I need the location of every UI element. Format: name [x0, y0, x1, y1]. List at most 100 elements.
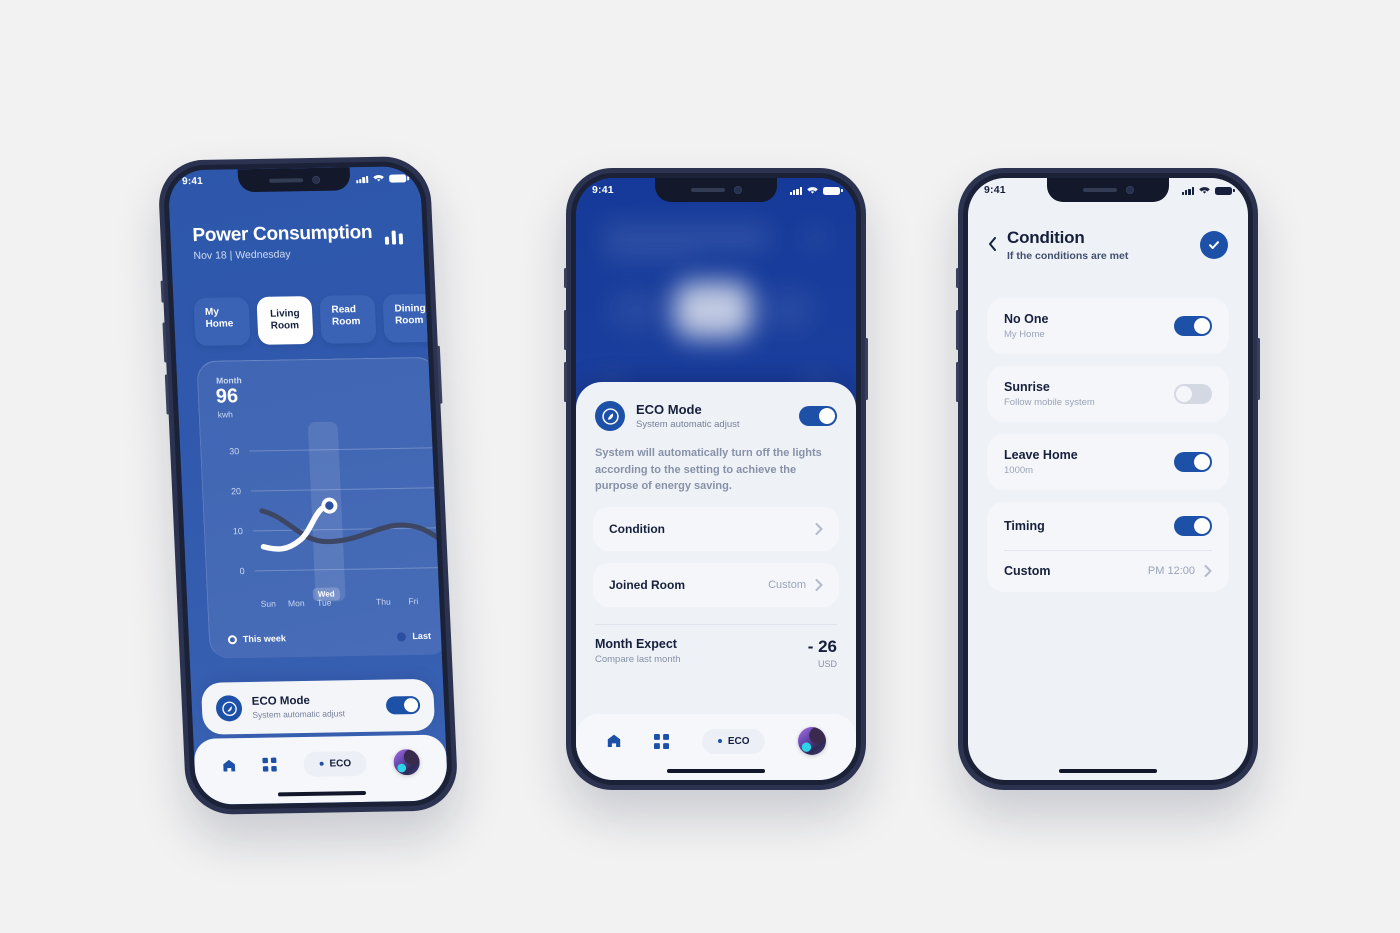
notch [237, 167, 351, 193]
cellular-bars-icon [1181, 187, 1194, 195]
legend-this-week[interactable]: This week [227, 633, 286, 644]
volume-up-button[interactable] [956, 310, 959, 350]
chevron-right-icon [1204, 565, 1212, 577]
front-camera-icon [311, 175, 320, 184]
list-item-leave-home[interactable]: Leave Home 1000m [987, 434, 1229, 490]
sidebar-item-living-room[interactable]: Living Room [256, 295, 315, 346]
power-button[interactable] [1257, 338, 1260, 400]
list-item-timing[interactable]: Timing Custom PM 12:00 [987, 502, 1229, 592]
volume-up-button[interactable] [564, 310, 567, 350]
check-circle-icon[interactable] [1200, 231, 1228, 259]
item-label: Leave Home [1004, 448, 1078, 462]
earpiece-speaker [268, 177, 303, 183]
avatar[interactable] [797, 727, 826, 755]
toggle-knob [1194, 318, 1210, 334]
cellular-bars-icon [789, 187, 802, 195]
timing-toggle[interactable] [1174, 516, 1212, 536]
status-time: 9:41 [984, 184, 1006, 196]
eco-mode-header: ECO Mode System automatic adjust [576, 382, 856, 431]
divider [1004, 550, 1212, 551]
toggle-knob [1194, 518, 1210, 534]
list-item-sunrise[interactable]: Sunrise Follow mobile system [987, 366, 1229, 422]
item-toggle[interactable] [1174, 384, 1212, 404]
sidebar-item-my-home[interactable]: My Home [193, 297, 251, 347]
volume-down-button[interactable] [956, 362, 959, 402]
list-item-no-one[interactable]: No One My Home [987, 298, 1229, 354]
toggle-knob [1194, 454, 1210, 470]
month-expect-subtitle: Compare last month [595, 653, 681, 665]
eco-mode-toggle[interactable] [799, 406, 837, 426]
custom-label: Custom [1004, 564, 1051, 578]
svg-text:20: 20 [231, 486, 241, 496]
home-indicator[interactable] [1059, 769, 1157, 773]
item-sublabel: My Home [1004, 329, 1045, 340]
consumption-chart-card: Month 96 kwh 30 20 10 0 Wed Sun Mon Tue … [196, 356, 449, 659]
power-button[interactable] [865, 338, 868, 400]
eco-mode-card[interactable]: ECO Mode System automatic adjust [200, 678, 436, 735]
row-condition[interactable]: Condition [593, 506, 839, 551]
eco-mode-title: ECO Mode [251, 694, 311, 708]
notch [1047, 178, 1169, 202]
item-toggle[interactable] [1174, 452, 1212, 472]
row-value: Custom [768, 578, 806, 591]
home-icon[interactable] [221, 758, 237, 773]
mute-switch[interactable] [564, 268, 567, 288]
front-camera-icon [733, 186, 742, 194]
item-toggle[interactable] [1174, 316, 1212, 336]
volume-down-button[interactable] [164, 374, 170, 415]
eco-mode-subtitle: System automatic adjust [252, 708, 346, 720]
leaf-icon [215, 695, 243, 722]
month-expect-title: Month Expect [595, 636, 677, 651]
chart-x-axis: Sun Mon Tue Thu Fri [260, 596, 419, 609]
toggle-knob [819, 408, 835, 424]
notch [655, 178, 777, 202]
month-expect-value: - 26 [807, 636, 837, 656]
legend-dot-icon [397, 631, 407, 641]
chevron-left-icon[interactable] [988, 236, 997, 254]
row-label: Condition [609, 521, 665, 536]
status-time: 9:41 [181, 175, 204, 188]
eco-mode-toggle[interactable] [385, 696, 421, 715]
nav-eco-button[interactable]: ECO [302, 750, 368, 777]
item-sublabel: Follow mobile system [1004, 397, 1095, 408]
wifi-icon [807, 186, 818, 194]
item-label: Timing [1004, 519, 1045, 533]
home-indicator[interactable] [667, 769, 765, 773]
avatar[interactable] [392, 749, 421, 776]
svg-text:10: 10 [233, 526, 243, 536]
svg-text:0: 0 [239, 566, 244, 576]
toggle-knob [403, 698, 419, 713]
summary-unit: kwh [217, 409, 234, 420]
row-label: Joined Room [609, 577, 686, 592]
phone-eco-mode: 9:41 ECO Mode System automatic adjust Sy… [564, 168, 868, 790]
chevron-right-icon [815, 522, 823, 535]
cellular-bars-icon [355, 175, 369, 184]
grid-icon[interactable] [654, 733, 670, 749]
condition-list: No One My Home Sunrise Follow mobile sys… [987, 298, 1229, 604]
row-joined-room[interactable]: Joined Room Custom [593, 562, 839, 607]
month-expect-unit: USD [817, 658, 837, 669]
legend-last-week[interactable]: Last [397, 631, 431, 642]
nav-eco-button[interactable]: ECO [701, 728, 766, 754]
battery-icon [823, 186, 843, 195]
chart-legend: This week Last [210, 631, 449, 645]
sidebar-item-read-room[interactable]: Read Room [319, 294, 378, 345]
grid-icon[interactable] [262, 757, 278, 772]
power-button[interactable] [436, 345, 443, 404]
timing-custom-row[interactable]: Custom PM 12:00 [1004, 564, 1212, 578]
page-title: Condition [1007, 228, 1085, 247]
status-time: 9:41 [592, 184, 614, 196]
phone-condition: 9:41 Condition If the conditions are met [956, 168, 1260, 790]
mute-switch[interactable] [160, 280, 165, 303]
sidebar-item-dining-room[interactable]: Dining Room [382, 293, 441, 344]
item-label: Sunrise [1004, 380, 1050, 394]
mute-switch[interactable] [956, 268, 959, 288]
home-icon[interactable] [606, 733, 622, 749]
eco-mode-title: ECO Mode [636, 402, 702, 417]
volume-up-button[interactable] [162, 322, 168, 363]
room-tabs: My Home Living Room Read Room Dining Roo… [193, 293, 441, 347]
bar-chart-icon[interactable] [384, 228, 404, 245]
wifi-icon [1199, 186, 1210, 194]
page-header: Condition If the conditions are met [968, 228, 1248, 262]
volume-down-button[interactable] [564, 362, 567, 402]
